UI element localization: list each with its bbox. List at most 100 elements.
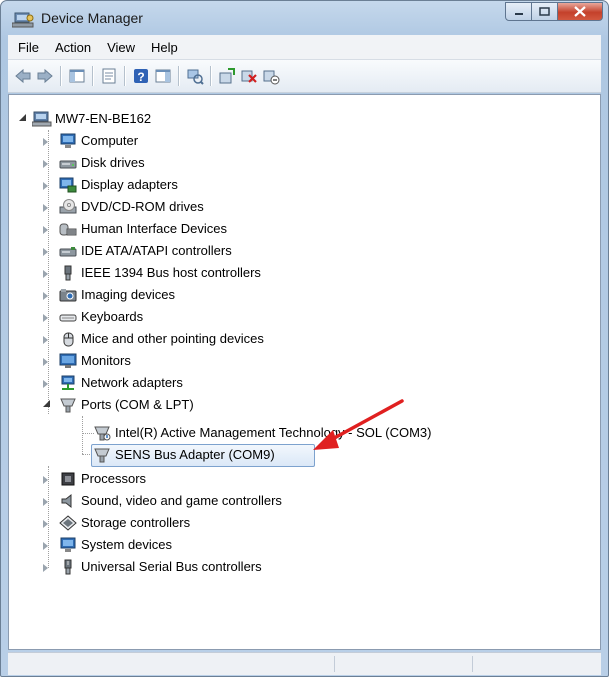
disable-device-icon[interactable] — [262, 67, 280, 85]
hid-icon — [59, 223, 77, 236]
tree-item-label: DVD/CD-ROM drives — [81, 199, 204, 214]
tree-item-storage-controllers[interactable]: Storage controllers — [43, 512, 463, 534]
title-bar[interactable]: Device Manager — [1, 1, 608, 35]
expand-arrow-icon[interactable] — [43, 358, 48, 366]
status-bar — [8, 652, 601, 675]
tree-item-sound-video-game[interactable]: Sound, video and game controllers — [43, 490, 463, 512]
tree-item-ide-ata-atapi-controllers[interactable]: IDE ATA/ATAPI controllers — [43, 240, 463, 262]
processor-icon — [61, 472, 75, 486]
tree-item-label: Processors — [81, 471, 147, 486]
tree-root[interactable]: MW7-EN-BE162 — [19, 108, 419, 130]
tree-item-label: Keyboards — [81, 309, 144, 324]
back-arrow-icon[interactable] — [14, 67, 32, 85]
close-button[interactable] — [558, 2, 603, 21]
status-bar-divider — [334, 656, 335, 672]
tree-item-processors[interactable]: Processors — [43, 468, 463, 490]
tree-item-label: Display adapters — [81, 177, 178, 192]
expand-arrow-icon[interactable] — [43, 520, 48, 528]
toolbar-separator — [92, 66, 94, 86]
menu-help[interactable]: Help — [143, 40, 186, 55]
expand-arrow-icon[interactable] — [43, 248, 48, 256]
forward-arrow-icon[interactable] — [36, 67, 54, 85]
scan-hardware-icon[interactable] — [186, 67, 204, 85]
expand-arrow-icon[interactable] — [43, 270, 48, 278]
expand-arrow-icon[interactable] — [43, 476, 48, 484]
minimize-icon — [514, 12, 523, 15]
status-bar-divider — [472, 656, 473, 672]
tree-item-ieee-1394-bus-host-controllers[interactable]: IEEE 1394 Bus host controllers — [43, 262, 463, 284]
expand-arrow-icon[interactable] — [43, 292, 48, 300]
tree-item-label: Disk drives — [81, 155, 145, 170]
expand-arrow-icon[interactable] — [43, 204, 48, 212]
ide-controller-icon — [59, 247, 77, 257]
sound-icon — [61, 493, 72, 509]
menu-view[interactable]: View — [99, 40, 143, 55]
tree-item-label: Universal Serial Bus controllers — [81, 559, 262, 574]
toolbar-separator — [178, 66, 180, 86]
expand-arrow-icon[interactable] — [43, 314, 48, 322]
uninstall-device-icon[interactable] — [240, 67, 258, 85]
update-driver-icon[interactable] — [218, 67, 236, 85]
expand-arrow-icon[interactable] — [43, 542, 48, 550]
device-manager-app-icon — [12, 12, 34, 28]
tree-item-label: IDE ATA/ATAPI controllers — [81, 243, 232, 258]
dvd-drive-icon — [59, 199, 77, 214]
tree-item-human-interface-devices[interactable]: Human Interface Devices — [43, 218, 463, 240]
device-tree-pane[interactable]: MW7-EN-BE162 Computer Disk drives Displa… — [8, 94, 601, 650]
minimize-button[interactable] — [505, 2, 532, 21]
tree-item-label: Sound, video and game controllers — [81, 493, 282, 508]
show-hide-console-tree-icon[interactable] — [68, 67, 86, 85]
expand-arrow-icon[interactable] — [43, 564, 48, 572]
tree-item-disk-drives[interactable]: Disk drives — [43, 152, 463, 174]
tree-item-imaging-devices[interactable]: Imaging devices — [43, 284, 463, 306]
expand-arrow-icon[interactable] — [43, 336, 48, 344]
tree-item-mice[interactable]: Mice and other pointing devices — [43, 328, 463, 350]
computer-icon — [60, 133, 76, 148]
device-manager-window: Device Manager File Action View Help ? M… — [0, 0, 609, 677]
expand-arrow-icon[interactable] — [43, 380, 48, 388]
tree-item-keyboards[interactable]: Keyboards — [43, 306, 463, 328]
tree-item-usb-controllers[interactable]: Universal Serial Bus controllers — [43, 556, 463, 578]
expand-arrow-icon[interactable] — [43, 160, 48, 168]
svg-text:?: ? — [137, 70, 144, 84]
expand-arrow-icon[interactable] — [43, 498, 48, 506]
computer-root-icon — [32, 111, 52, 127]
collapse-arrow-icon[interactable] — [43, 400, 50, 407]
maximize-icon — [539, 7, 550, 16]
help-icon[interactable]: ? — [132, 67, 150, 85]
menu-action[interactable]: Action — [47, 40, 99, 55]
maximize-button[interactable] — [532, 2, 558, 21]
disk-drive-icon — [59, 160, 77, 169]
collapse-arrow-icon[interactable] — [19, 114, 26, 121]
expand-arrow-icon[interactable] — [43, 182, 48, 190]
tree-item-computer[interactable]: Computer — [43, 130, 463, 152]
show-action-pane-icon[interactable] — [154, 67, 172, 85]
tree-item-label: Imaging devices — [81, 287, 175, 302]
mouse-icon — [63, 332, 74, 347]
window-title: Device Manager — [41, 10, 143, 26]
expand-arrow-icon[interactable] — [43, 138, 48, 146]
tree-root-label: MW7-EN-BE162 — [55, 111, 152, 126]
expand-arrow-icon[interactable] — [43, 226, 48, 234]
usb-icon — [64, 559, 72, 575]
tree-item-label: Mice and other pointing devices — [81, 331, 264, 346]
annotation-arrow — [313, 399, 404, 450]
caption-buttons — [505, 2, 603, 21]
system-device-icon — [60, 537, 76, 552]
tree-item-monitors[interactable]: Monitors — [43, 350, 463, 372]
network-adapter-icon — [61, 375, 75, 390]
tree-item-system-devices[interactable]: System devices — [43, 534, 463, 556]
menu-file[interactable]: File — [8, 40, 47, 55]
tree-item-display-adapters[interactable]: Display adapters — [43, 174, 463, 196]
tree-item-dvd-cd-rom-drives[interactable]: DVD/CD-ROM drives — [43, 196, 463, 218]
tree-item-label: Human Interface Devices — [81, 221, 227, 236]
tree-item-label: SENS Bus Adapter (COM9) — [115, 447, 275, 462]
tree-item-label: Computer — [81, 133, 139, 148]
tree-item-label: Monitors — [81, 353, 131, 368]
toolbar-separator — [124, 66, 126, 86]
tree-item-label: Storage controllers — [81, 515, 191, 530]
port-icon — [94, 448, 110, 463]
toolbar-separator — [60, 66, 62, 86]
storage-controller-icon — [59, 515, 77, 531]
properties-icon[interactable] — [100, 67, 118, 85]
